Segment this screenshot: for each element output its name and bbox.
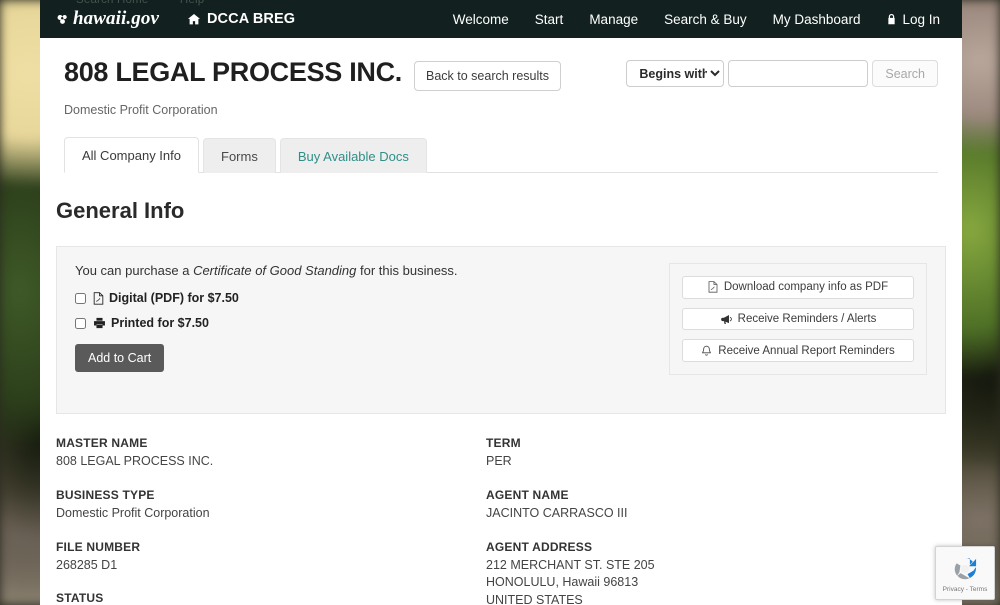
tab-bar: All Company Info Forms Buy Available Doc… — [64, 136, 938, 173]
back-to-search-results-button[interactable]: Back to search results — [414, 61, 561, 91]
digital-pdf-checkbox[interactable] — [75, 292, 86, 304]
add-to-cart-button[interactable]: Add to Cart — [75, 344, 165, 372]
search-controls: Begins with... Search — [626, 60, 938, 87]
field-label: STATUS — [56, 591, 104, 605]
field-label: AGENT NAME — [486, 487, 569, 502]
field-business-type: BUSINESS TYPE Domestic Profit Corporatio… — [56, 488, 486, 523]
field-agent-name: AGENT NAME JACINTO CARRASCO III — [486, 488, 916, 523]
receive-annual-report-reminders-label: Receive Annual Report Reminders — [718, 344, 895, 357]
field-value: 268285 D1 — [56, 557, 118, 572]
field-value: PER — [486, 454, 512, 468]
recaptcha-caption: Privacy - Terms — [942, 585, 988, 593]
search-button[interactable]: Search — [872, 60, 938, 87]
search-mode-select[interactable]: Begins with... — [626, 60, 725, 87]
top-navigation-bar: Search Home Help hawaii.gov DCCA BREG We… — [40, 0, 962, 38]
certificate-options: You can purchase a Certificate of Good S… — [75, 263, 669, 397]
receive-reminders-alerts-label: Receive Reminders / Alerts — [737, 313, 877, 325]
primary-nav-links: Welcome Start Manage Search & Buy My Das… — [453, 12, 962, 27]
nav-link-log-in[interactable]: Log In — [886, 12, 940, 27]
recaptcha-badge[interactable]: Privacy - Terms — [935, 546, 995, 600]
field-value: Domestic Profit Corporation — [56, 505, 210, 520]
field-agent-address: AGENT ADDRESS 212 MERCHANT ST. STE 205 H… — [486, 540, 916, 605]
file-pdf-icon — [708, 281, 718, 293]
tab-forms[interactable]: Forms — [203, 138, 276, 173]
utility-link-search-home[interactable]: Search Home — [76, 0, 149, 6]
certificate-description-suffix: for this business. — [356, 263, 458, 278]
dcca-breg-link[interactable]: DCCA BREG — [187, 11, 295, 27]
download-company-info-pdf-button[interactable]: Download company info as PDF — [682, 276, 914, 299]
bell-icon — [701, 345, 712, 357]
hawaii-gov-logo[interactable]: hawaii.gov — [56, 8, 159, 30]
certificate-purchase-panel: You can purchase a Certificate of Good S… — [56, 246, 946, 414]
info-column-right: TERM PER AGENT NAME JACINTO CARRASCO III… — [486, 436, 916, 605]
recaptcha-icon — [950, 554, 980, 584]
certificate-name: Certificate of Good Standing — [193, 263, 357, 278]
digital-pdf-label: Digital (PDF) for $7.50 — [109, 291, 239, 305]
page-title: 808 LEGAL PROCESS INC. — [64, 57, 402, 87]
field-label: FILE NUMBER — [56, 539, 141, 554]
page-content: Begins with... Search 808 LEGAL PROCESS … — [40, 38, 962, 605]
utility-links: Search Home Help — [76, 0, 232, 6]
certificate-option-printed[interactable]: Printed for $7.50 — [75, 316, 669, 330]
file-pdf-icon — [93, 291, 104, 305]
dcca-breg-label: DCCA BREG — [206, 11, 296, 27]
field-label: MASTER NAME — [56, 436, 148, 450]
lock-icon — [886, 13, 897, 26]
utility-link-help[interactable]: Help — [180, 0, 204, 6]
field-term: TERM PER — [486, 436, 916, 471]
info-column-left: MASTER NAME 808 LEGAL PROCESS INC. BUSIN… — [56, 436, 486, 605]
certificate-description-prefix: You can purchase a — [75, 263, 194, 278]
field-label: BUSINESS TYPE — [56, 487, 155, 502]
field-status: STATUS Active — [56, 591, 486, 605]
field-file-number: FILE NUMBER 268285 D1 — [56, 540, 486, 575]
nav-link-start[interactable]: Start — [535, 12, 564, 27]
tab-buy-available-docs[interactable]: Buy Available Docs — [279, 138, 427, 173]
field-label: TERM — [486, 436, 521, 450]
receive-reminders-alerts-button[interactable]: Receive Reminders / Alerts — [682, 307, 914, 331]
company-actions-panel: Download company info as PDF Receive Rem… — [669, 263, 927, 375]
nav-link-welcome[interactable]: Welcome — [453, 12, 509, 27]
nav-link-search-and-buy[interactable]: Search & Buy — [664, 12, 747, 27]
search-input[interactable] — [728, 60, 869, 87]
download-company-info-pdf-label: Download company info as PDF — [723, 281, 889, 294]
field-label: AGENT ADDRESS — [486, 539, 593, 554]
field-value: 212 MERCHANT ST. STE 205 HONOLULU, Hawai… — [486, 557, 655, 605]
receive-annual-report-reminders-button[interactable]: Receive Annual Report Reminders — [682, 339, 914, 363]
field-value: JACINTO CARRASCO III — [486, 505, 628, 520]
company-info-grid: MASTER NAME 808 LEGAL PROCESS INC. BUSIN… — [56, 436, 946, 605]
printed-label: Printed for $7.50 — [111, 316, 209, 330]
field-value: 808 LEGAL PROCESS INC. — [56, 454, 214, 468]
certificate-option-digital[interactable]: Digital (PDF) for $7.50 — [75, 291, 669, 305]
home-icon — [187, 13, 201, 26]
nav-link-manage[interactable]: Manage — [589, 12, 638, 27]
log-in-label: Log In — [902, 11, 940, 27]
nav-link-my-dashboard[interactable]: My Dashboard — [773, 12, 861, 27]
tab-all-company-info[interactable]: All Company Info — [64, 137, 199, 173]
field-master-name: MASTER NAME 808 LEGAL PROCESS INC. — [56, 436, 486, 471]
company-subtitle: Domestic Profit Corporation — [64, 103, 218, 117]
bullhorn-icon — [720, 314, 732, 325]
section-heading-general-info: General Info — [56, 198, 185, 223]
printed-checkbox[interactable] — [75, 317, 86, 329]
printer-icon — [93, 317, 106, 329]
hibiscus-flower-icon — [56, 13, 69, 26]
certificate-description: You can purchase a Certificate of Good S… — [75, 263, 669, 278]
brand-label: hawaii.gov — [73, 8, 159, 29]
